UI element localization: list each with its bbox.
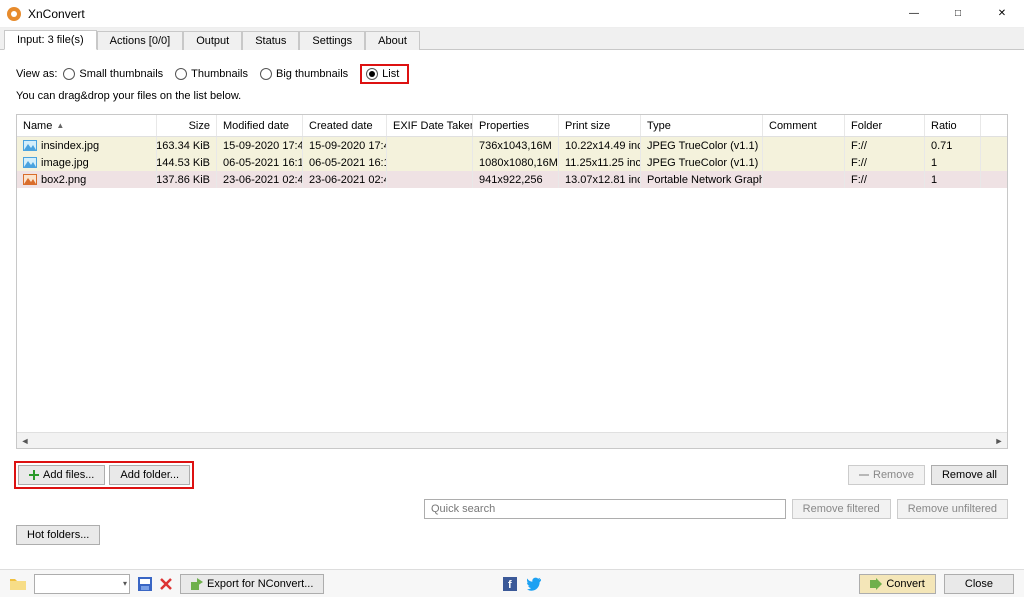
twitter-icon[interactable] (527, 577, 541, 591)
image-file-icon (23, 157, 37, 168)
chevron-down-icon: ▾ (123, 579, 127, 588)
radio-icon (175, 68, 187, 80)
tab-input[interactable]: Input: 3 file(s) (4, 30, 97, 50)
maximize-button[interactable]: □ (936, 0, 980, 28)
svg-text:f: f (508, 579, 512, 591)
radio-icon (366, 68, 378, 80)
horizontal-scrollbar[interactable]: ◄ ► (17, 432, 1007, 448)
tab-output[interactable]: Output (183, 31, 242, 50)
window-title: XnConvert (28, 7, 892, 21)
scroll-right-icon[interactable]: ► (991, 436, 1007, 446)
close-window-button[interactable]: ✕ (980, 0, 1024, 28)
hot-folders-button[interactable]: Hot folders... (16, 525, 100, 545)
col-name[interactable]: Name▲ (17, 115, 157, 136)
view-as-label: View as: (16, 68, 57, 80)
radio-list[interactable]: List (366, 68, 399, 80)
col-type[interactable]: Type (641, 115, 763, 136)
view-as-row: View as: Small thumbnails Thumbnails Big… (16, 64, 1008, 84)
tab-status[interactable]: Status (242, 31, 299, 50)
list-row[interactable]: image.jpg 144.53 KiB 06-05-2021 16:1... … (17, 154, 1007, 171)
convert-icon (870, 578, 882, 590)
radio-list-highlight: List (360, 64, 409, 84)
save-icon[interactable] (138, 577, 152, 591)
image-file-icon (23, 174, 37, 185)
remove-button[interactable]: Remove (848, 465, 925, 485)
preset-combo[interactable]: ▾ (34, 574, 130, 594)
col-properties[interactable]: Properties (473, 115, 559, 136)
col-modified[interactable]: Modified date (217, 115, 303, 136)
title-bar: XnConvert — □ ✕ (0, 0, 1024, 28)
col-folder[interactable]: Folder (845, 115, 925, 136)
col-created[interactable]: Created date (303, 115, 387, 136)
facebook-icon[interactable]: f (503, 577, 517, 591)
main-tabs: Input: 3 file(s) Actions [0/0] Output St… (0, 28, 1024, 50)
image-file-icon (23, 140, 37, 151)
add-buttons-highlight: Add files... Add folder... (14, 461, 194, 489)
footer-bar: ▾ Export for NConvert... f Convert Close (0, 569, 1024, 597)
list-body: insindex.jpg 163.34 KiB 15-09-2020 17:4.… (17, 137, 1007, 432)
quick-search-input[interactable]: Quick search (424, 499, 786, 519)
minus-icon (859, 470, 869, 480)
list-row[interactable]: box2.png 137.86 KiB 23-06-2021 02:4... 2… (17, 171, 1007, 188)
radio-icon (260, 68, 272, 80)
radio-small-thumbnails[interactable]: Small thumbnails (63, 68, 163, 80)
export-nconvert-button[interactable]: Export for NConvert... (180, 574, 324, 594)
remove-filtered-button[interactable]: Remove filtered (792, 499, 891, 519)
tab-settings[interactable]: Settings (299, 31, 365, 50)
radio-thumbnails[interactable]: Thumbnails (175, 68, 248, 80)
drag-drop-hint: You can drag&drop your files on the list… (16, 90, 1008, 102)
export-icon (191, 578, 203, 590)
col-print[interactable]: Print size (559, 115, 641, 136)
radio-big-thumbnails[interactable]: Big thumbnails (260, 68, 348, 80)
col-comment[interactable]: Comment (763, 115, 845, 136)
plus-icon (29, 470, 39, 480)
delete-icon[interactable] (160, 578, 172, 590)
open-folder-icon[interactable] (10, 577, 26, 591)
add-folder-button[interactable]: Add folder... (109, 465, 190, 485)
app-icon (6, 6, 22, 22)
list-row[interactable]: insindex.jpg 163.34 KiB 15-09-2020 17:4.… (17, 137, 1007, 154)
tab-actions[interactable]: Actions [0/0] (97, 31, 184, 50)
remove-unfiltered-button[interactable]: Remove unfiltered (897, 499, 1008, 519)
sort-asc-icon: ▲ (56, 121, 64, 130)
col-ratio[interactable]: Ratio (925, 115, 981, 136)
convert-button[interactable]: Convert (859, 574, 936, 594)
list-header: Name▲ Size Modified date Created date EX… (17, 115, 1007, 137)
scroll-left-icon[interactable]: ◄ (17, 436, 33, 446)
file-list: Name▲ Size Modified date Created date EX… (16, 114, 1008, 449)
close-button[interactable]: Close (944, 574, 1014, 594)
col-exif[interactable]: EXIF Date Taken (387, 115, 473, 136)
minimize-button[interactable]: — (892, 0, 936, 28)
add-files-button[interactable]: Add files... (18, 465, 105, 485)
remove-all-button[interactable]: Remove all (931, 465, 1008, 485)
tab-about[interactable]: About (365, 31, 420, 50)
radio-icon (63, 68, 75, 80)
col-size[interactable]: Size (157, 115, 217, 136)
